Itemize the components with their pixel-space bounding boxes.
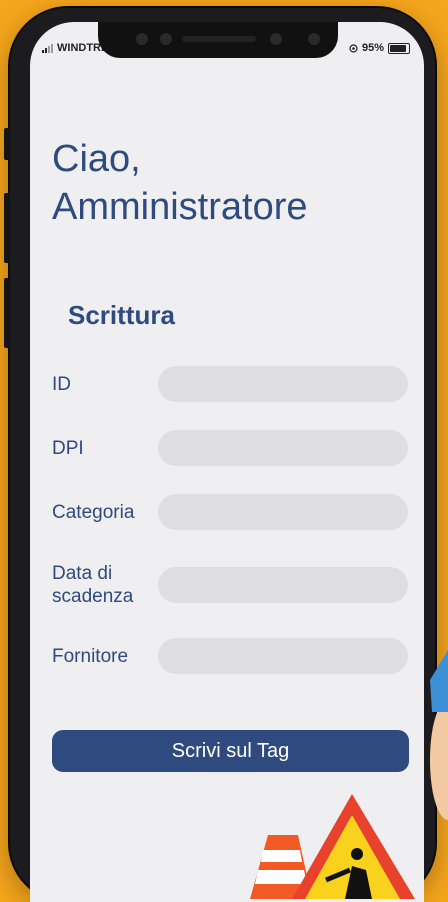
categoria-label: Categoria	[52, 501, 135, 523]
sensor-icon	[308, 33, 320, 45]
camera-icon	[136, 33, 148, 45]
form-row-dpi: DPI	[52, 430, 410, 466]
dpi-field[interactable]	[158, 430, 408, 466]
data-scadenza-label-line1: Data di	[52, 563, 113, 584]
data-scadenza-field[interactable]	[158, 567, 408, 603]
battery-icon	[388, 42, 410, 54]
data-scadenza-label: Data di scadenza	[52, 562, 158, 608]
id-field[interactable]	[158, 366, 408, 402]
fornitore-label: Fornitore	[52, 645, 129, 667]
data-scadenza-label-line2: scadenza	[52, 586, 134, 607]
speaker-grille	[182, 36, 256, 42]
section-title: Scrittura	[68, 300, 175, 330]
fornitore-field[interactable]	[158, 638, 408, 674]
form-row-fornitore: Fornitore	[52, 638, 410, 674]
sensor-icon	[270, 33, 282, 45]
phone-side-button	[4, 193, 10, 263]
phone-notch	[98, 22, 338, 58]
write-tag-button[interactable]: Scrivi sul Tag	[52, 730, 409, 772]
sensor-icon	[160, 33, 172, 45]
greeting-line1: Ciao,	[52, 138, 141, 180]
location-icon	[349, 43, 358, 53]
id-label: ID	[52, 373, 71, 395]
greeting-line2: Amministratore	[52, 186, 308, 228]
form-row-id: ID	[52, 366, 410, 402]
form-row-data-scadenza: Data di scadenza	[52, 562, 410, 608]
dpi-label: DPI	[52, 437, 84, 459]
battery-percent: 95%	[361, 42, 384, 54]
form-row-categoria: Categoria	[52, 494, 410, 530]
phone-side-button	[4, 128, 10, 160]
categoria-field[interactable]	[158, 494, 408, 530]
phone-side-button	[4, 278, 10, 348]
greeting: Ciao, Amministratore	[52, 135, 308, 231]
